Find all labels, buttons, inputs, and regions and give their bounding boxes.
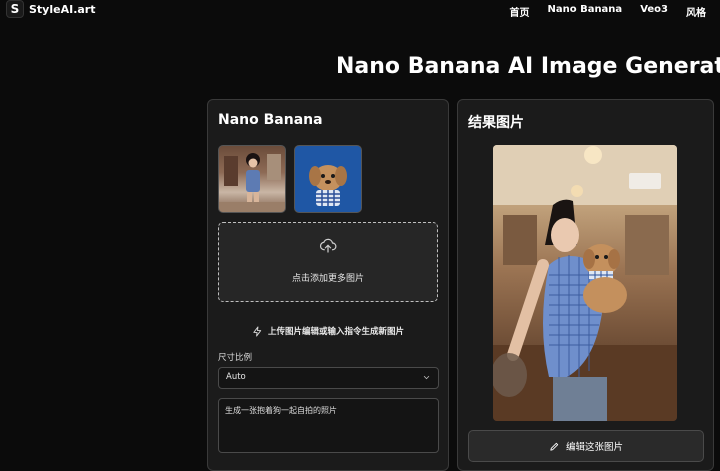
- girl-photo-illustration: [219, 153, 285, 212]
- result-panel: 结果图片 编辑这张图片: [457, 99, 714, 471]
- edit-image-button[interactable]: 编辑这张图片: [468, 430, 704, 462]
- result-image[interactable]: [493, 145, 677, 421]
- generator-panel: Nano Banana 点击添加更多图片 上传图片编辑或输入指令生成新图片 尺寸…: [207, 99, 449, 471]
- upload-cloud-icon: [319, 238, 337, 253]
- nav-links: 首页 Nano Banana Veo3 风格: [509, 4, 706, 19]
- upload-text: 点击添加更多图片: [291, 274, 364, 284]
- lightning-icon: [253, 326, 262, 337]
- hint-text: 上传图片编辑或输入指令生成新图片: [267, 327, 404, 337]
- page-title: Nano Banana AI Image Generator: [336, 54, 720, 79]
- size-ratio-label: 尺寸比例: [218, 353, 253, 363]
- size-ratio-select[interactable]: Auto: [218, 367, 439, 389]
- pencil-icon: [550, 442, 559, 451]
- uploaded-image-thumbnail-1[interactable]: [218, 145, 286, 213]
- top-nav: S StyleAI.art 首页 Nano Banana Veo3 风格: [0, 0, 720, 22]
- logo[interactable]: S StyleAI.art: [6, 0, 95, 18]
- result-title: 结果图片: [468, 115, 524, 131]
- size-ratio-value: Auto: [226, 372, 246, 382]
- logo-icon: S: [6, 0, 24, 18]
- panel-title: Nano Banana: [218, 112, 323, 128]
- logo-text: StyleAI.art: [29, 2, 96, 16]
- dog-photo-illustration: [309, 165, 347, 206]
- hint-text-row: 上传图片编辑或输入指令生成新图片: [208, 325, 448, 337]
- uploaded-image-thumbnail-2[interactable]: [294, 145, 362, 213]
- prompt-textarea[interactable]: 生成一张抱着狗一起自拍的照片: [218, 398, 439, 453]
- edit-image-label: 编辑这张图片: [565, 442, 623, 453]
- nav-link-nano-banana[interactable]: Nano Banana: [547, 4, 622, 19]
- prompt-text: 生成一张抱着狗一起自拍的照片: [225, 406, 337, 415]
- nav-link-veo3[interactable]: Veo3: [640, 4, 668, 19]
- upload-more-images-dropzone[interactable]: 点击添加更多图片: [218, 222, 438, 302]
- chevron-down-icon: [423, 375, 430, 380]
- selfie-with-dog-illustration: [493, 145, 677, 421]
- nav-link-styles[interactable]: 风格: [686, 4, 706, 19]
- nav-link-home[interactable]: 首页: [509, 4, 529, 19]
